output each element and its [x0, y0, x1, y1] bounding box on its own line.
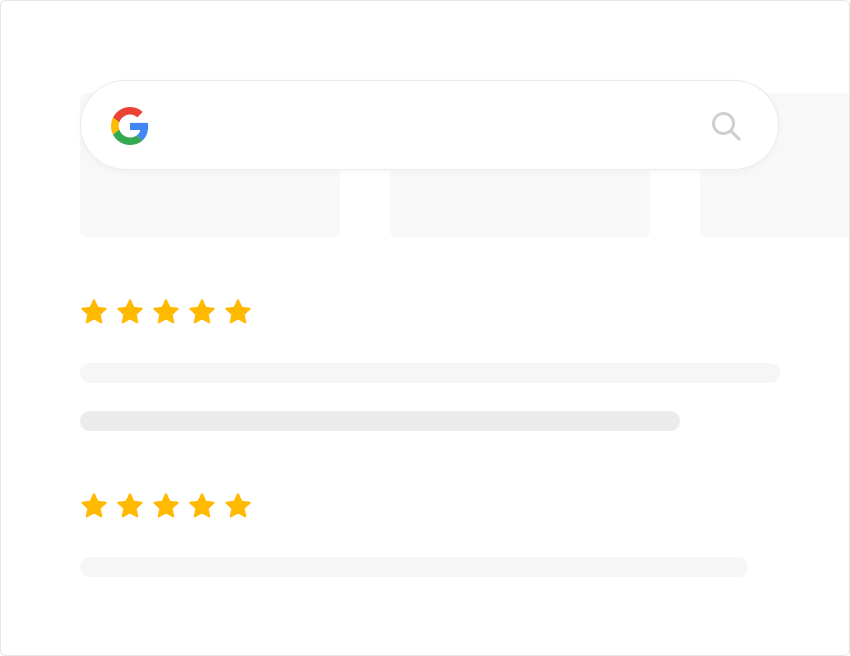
review-text-placeholder	[80, 411, 680, 431]
star-icon	[117, 299, 143, 324]
star-icon	[189, 493, 215, 518]
star-rating	[80, 492, 252, 520]
star-icon	[189, 299, 215, 324]
star-icon	[81, 299, 107, 324]
google-g-icon	[111, 107, 149, 145]
star-icon	[153, 493, 179, 518]
google-search-bar[interactable]	[80, 80, 779, 170]
star-icon	[225, 493, 251, 518]
search-icon[interactable]	[711, 111, 741, 141]
star-icon	[81, 493, 107, 518]
star-icon	[225, 299, 251, 324]
review-text-placeholder	[80, 363, 780, 383]
review-text-placeholder	[80, 557, 748, 577]
review-widget-frame	[0, 0, 850, 656]
star-icon	[117, 493, 143, 518]
star-rating	[80, 298, 252, 326]
star-icon	[153, 299, 179, 324]
